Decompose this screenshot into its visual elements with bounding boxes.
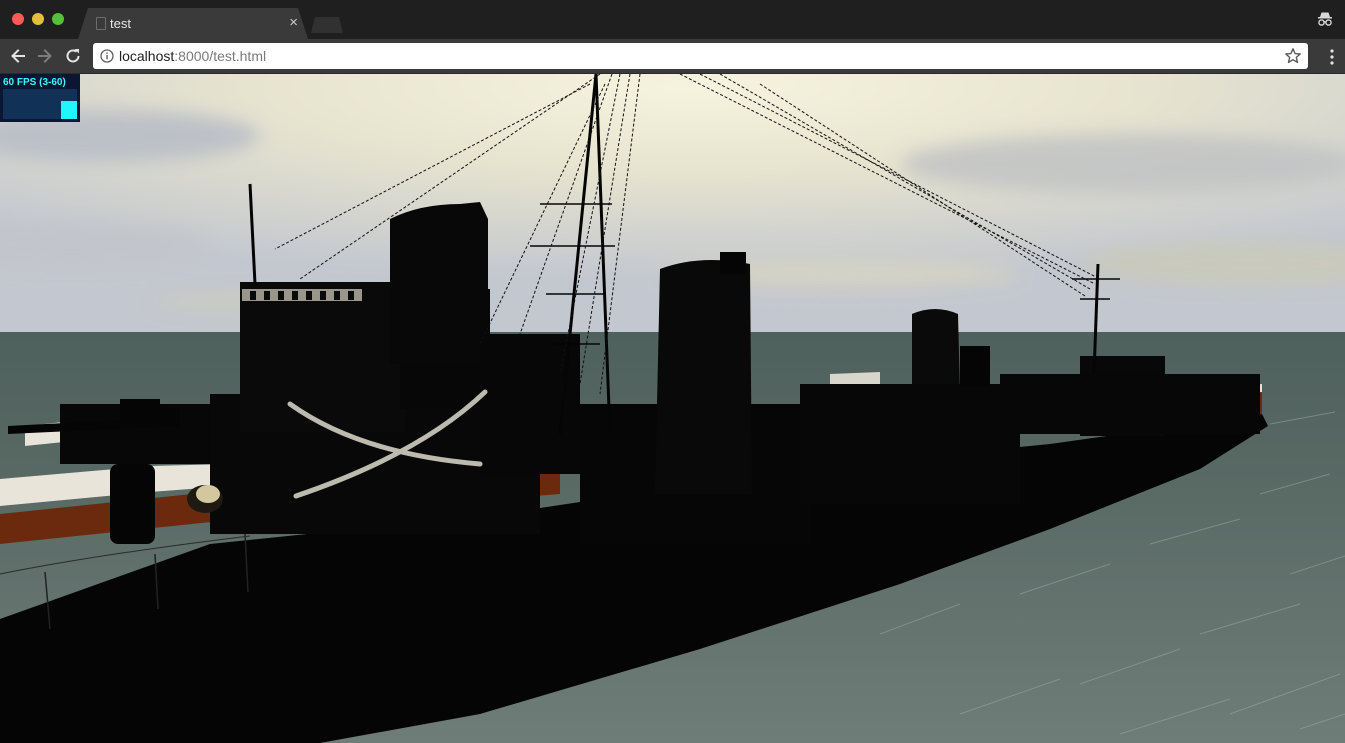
url-path: :8000/test.html [174, 48, 267, 64]
fps-graph-bar [61, 101, 77, 119]
tab-test[interactable]: test × [78, 8, 308, 39]
kebab-menu-icon[interactable] [1330, 49, 1334, 65]
tab-close-icon[interactable]: × [289, 13, 298, 33]
new-tab-button[interactable] [311, 17, 343, 33]
browser-window: test × localhost:8000/test.html 60 FPS (… [0, 0, 1345, 743]
tab-strip: test × [0, 0, 1345, 39]
address-bar[interactable]: localhost:8000/test.html [93, 43, 1308, 69]
page-favicon-icon [96, 17, 106, 30]
star-icon[interactable] [1284, 47, 1302, 65]
fps-label: 60 FPS (3-60) [3, 77, 66, 88]
window-maximize-button[interactable] [52, 13, 64, 25]
webgl-canvas[interactable] [0, 74, 1345, 743]
arrow-right-icon[interactable] [34, 45, 56, 67]
arrow-left-icon[interactable] [7, 45, 29, 67]
page-viewport[interactable]: 60 FPS (3-60) [0, 74, 1345, 743]
window-minimize-button[interactable] [32, 13, 44, 25]
info-icon[interactable] [100, 49, 114, 63]
reload-icon[interactable] [62, 45, 84, 67]
fps-graph [3, 89, 77, 119]
url-host: localhost [119, 48, 175, 64]
window-close-button[interactable] [12, 13, 24, 25]
browser-toolbar: localhost:8000/test.html [0, 39, 1345, 74]
incognito-icon [1318, 12, 1332, 26]
fps-stats-panel[interactable]: 60 FPS (3-60) [0, 74, 80, 122]
url-text[interactable]: localhost:8000/test.html [119, 48, 266, 64]
tab-title: test [110, 16, 131, 31]
